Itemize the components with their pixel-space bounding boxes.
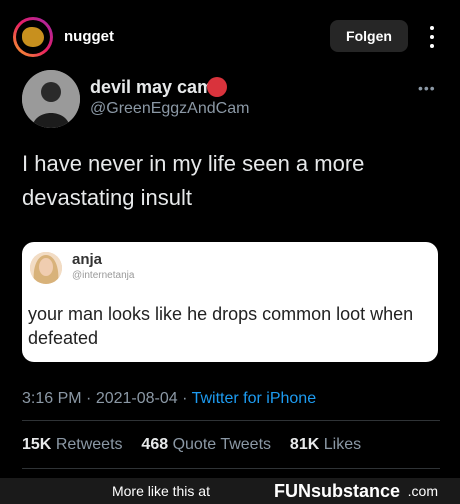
dot [430, 44, 434, 48]
footer-brand: FUNsubstance [273, 481, 400, 501]
quoted-tweet-card[interactable]: anja @internetanja your man looks like h… [22, 242, 438, 362]
quoted-author-handle: @internetanja [72, 270, 135, 281]
follow-button[interactable]: Folgen [330, 20, 408, 52]
avatar-frame [16, 20, 50, 54]
watermark-footer: More like this at FUNsubstance .com [0, 478, 460, 504]
footer-text: More like this at [111, 483, 210, 499]
retweets-count[interactable]: 15K [22, 436, 51, 453]
tweet-author-avatar[interactable] [22, 70, 80, 128]
tweet-author-handle[interactable]: @GreenEggzAndCam [90, 100, 249, 118]
quote-tweets-label[interactable]: Quote Tweets [173, 436, 271, 453]
tweet-text: I have never in my life seen a more deva… [22, 151, 365, 210]
instagram-post-header: nugget Folgen [0, 0, 460, 70]
likes-label[interactable]: Likes [324, 436, 361, 453]
likes-count[interactable]: 81K [290, 436, 319, 453]
tweet-source-link[interactable]: Twitter for iPhone [192, 390, 317, 407]
tweet-metadata: 3:16 PM · 2021-08-04 · Twitter for iPhon… [22, 390, 317, 407]
quoted-tweet-text: your man looks like he drops common loot… [28, 304, 414, 348]
tweet-date: 2021-08-04 [95, 390, 178, 407]
tweet-author-name[interactable]: devil may cam [90, 77, 213, 98]
divider [22, 468, 440, 469]
profile-avatar[interactable] [13, 17, 53, 57]
person-photo-icon [30, 252, 62, 284]
quoted-author-name: anja [72, 251, 103, 268]
tweet-stats: 15K Retweets 468 Quote Tweets 81K Likes [22, 436, 361, 454]
dot [430, 26, 434, 30]
more-horizontal-icon[interactable]: ••• [418, 80, 436, 96]
tweet-time: 3:16 PM [22, 390, 82, 407]
ogre-emoji-icon [207, 77, 227, 97]
person-silhouette-icon [22, 70, 80, 128]
retweets-label[interactable]: Retweets [56, 436, 123, 453]
profile-username[interactable]: nugget [64, 28, 114, 45]
more-vertical-icon[interactable] [426, 24, 438, 50]
nugget-icon [22, 27, 44, 47]
quoted-author-avatar [30, 252, 62, 284]
dot [430, 35, 434, 39]
footer-brand-tld: .com [407, 483, 438, 499]
quote-tweets-count[interactable]: 468 [141, 436, 168, 453]
divider [22, 420, 440, 421]
